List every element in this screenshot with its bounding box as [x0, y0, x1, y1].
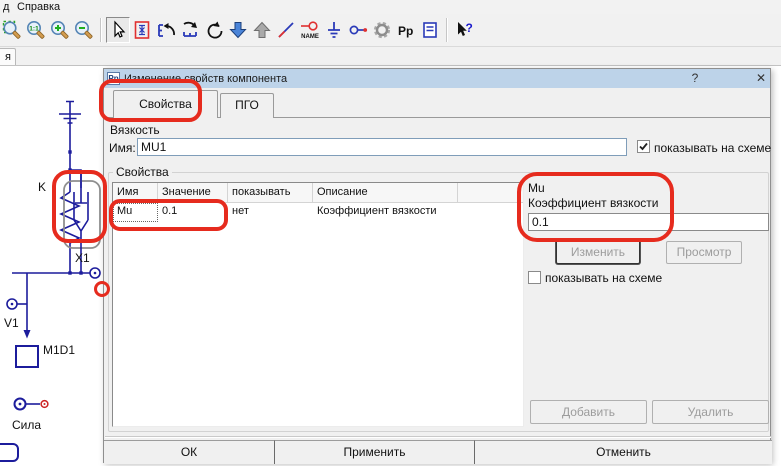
- move-up-button[interactable]: [250, 17, 274, 43]
- properties-table[interactable]: Имя Значение показывать Описание Mu 0.1 …: [112, 182, 524, 427]
- col-header-value[interactable]: Значение: [158, 183, 228, 203]
- move-down-icon: [227, 19, 249, 41]
- move-down-button[interactable]: [226, 17, 250, 43]
- partial-block[interactable]: [0, 444, 18, 461]
- col-header-name[interactable]: Имя: [113, 183, 158, 203]
- force-label: Сила: [12, 418, 41, 432]
- node-port-button[interactable]: [346, 17, 370, 43]
- arrow-into-mass: [24, 330, 31, 339]
- col-header-show[interactable]: показывать: [228, 183, 313, 203]
- context-help-button[interactable]: ?: [452, 17, 476, 43]
- show-names-icon: NAME: [298, 19, 322, 41]
- show-names-button[interactable]: NAME: [298, 17, 322, 43]
- settings-gear-icon: [371, 19, 393, 41]
- name-label: Имя:: [109, 141, 136, 155]
- param-desc-label: Коэффициент вязкости: [528, 196, 658, 210]
- source-label: V1: [4, 316, 19, 330]
- col-header-description[interactable]: Описание: [313, 183, 458, 203]
- dialog-close-button[interactable]: ✕: [750, 69, 772, 88]
- draw-line-button[interactable]: [274, 17, 298, 43]
- wire-branch[interactable]: [70, 170, 81, 188]
- table-header-row: Имя Значение показывать Описание: [113, 183, 523, 203]
- properties-doc-icon: [419, 19, 441, 41]
- cell-empty: [458, 203, 523, 222]
- component-frame-icon: [131, 19, 153, 41]
- param-show-on-scheme-label: показывать на схеме: [545, 271, 662, 285]
- dialog-icon: Pp: [107, 72, 120, 85]
- tab-properties[interactable]: Свойства: [113, 90, 218, 118]
- ground-icon: [323, 19, 345, 41]
- schematic: K X1 V1 M1D1 Сила: [0, 0, 110, 466]
- cell-param-description[interactable]: Коэффициент вязкости: [313, 203, 458, 222]
- port-node[interactable]: [90, 268, 100, 278]
- cell-param-show[interactable]: нет: [228, 203, 313, 222]
- properties-doc-button[interactable]: [418, 17, 442, 43]
- document-tab-strip: я: [0, 47, 781, 66]
- svg-text:Pp: Pp: [398, 24, 413, 38]
- port-v1[interactable]: [7, 299, 27, 309]
- param-name-label: Mu: [528, 181, 545, 195]
- context-help-icon: ?: [452, 19, 476, 41]
- rotate-button[interactable]: [202, 17, 226, 43]
- properties-pp-icon: Pp: [395, 19, 417, 41]
- component-properties-dialog: Pp Изменение свойств компонента ? ✕ Свой…: [103, 68, 771, 463]
- draw-line-icon: [275, 19, 297, 41]
- apply-button[interactable]: Применить: [274, 440, 474, 464]
- rotate-icon: [203, 19, 225, 41]
- ok-button[interactable]: ОК: [104, 440, 274, 464]
- ground-button[interactable]: [322, 17, 346, 43]
- add-button[interactable]: Добавить: [530, 400, 647, 424]
- view-button[interactable]: Просмотр: [666, 241, 742, 264]
- delete-button[interactable]: Удалить: [652, 400, 769, 424]
- flip-horizontal-button[interactable]: [154, 17, 178, 43]
- component-frame-button[interactable]: [130, 17, 154, 43]
- flip-vertical-icon: [178, 19, 202, 41]
- flip-horizontal-icon: [154, 19, 178, 41]
- param-show-on-scheme-checkbox[interactable]: [528, 271, 541, 284]
- toolbar-separator: [446, 18, 448, 42]
- cell-param-name[interactable]: Mu: [113, 203, 158, 222]
- properties-group-label: Свойства: [113, 165, 172, 179]
- svg-text:NAME: NAME: [301, 34, 319, 40]
- settings-gear-button[interactable]: [370, 17, 394, 43]
- svg-text:?: ?: [466, 21, 473, 35]
- mass-component[interactable]: [16, 346, 38, 367]
- name-input[interactable]: [137, 138, 627, 156]
- wires[interactable]: [0, 101, 100, 461]
- damper-pin-label: X1: [75, 251, 90, 265]
- properties-pp-button[interactable]: Pp: [394, 17, 418, 43]
- cell-param-value[interactable]: 0.1: [158, 203, 228, 222]
- checkmark-icon: [638, 141, 649, 152]
- flip-vertical-button[interactable]: [178, 17, 202, 43]
- node-port-icon: [347, 19, 369, 41]
- menu-bar: д Справка: [0, 0, 781, 14]
- show-on-scheme-label: показывать на схеме: [654, 141, 771, 155]
- dialog-titlebar[interactable]: Pp Изменение свойств компонента ? ✕: [104, 69, 770, 88]
- spring-label: K: [38, 180, 46, 194]
- select-cursor-icon: [107, 19, 129, 41]
- table-row[interactable]: Mu 0.1 нет Коэффициент вязкости: [113, 203, 523, 222]
- change-button[interactable]: Изменить: [556, 240, 640, 264]
- cancel-button[interactable]: Отменить: [474, 440, 772, 464]
- show-on-scheme-checkbox[interactable]: [637, 140, 650, 153]
- dialog-help-button[interactable]: ?: [684, 69, 706, 88]
- mass-label: M1D1: [43, 343, 75, 357]
- app-window: { "colors": { "annotation": "#e62b1e", "…: [0, 0, 781, 466]
- move-up-icon: [251, 19, 273, 41]
- component-type-label: Вязкость: [110, 123, 160, 137]
- tab-pgo[interactable]: ПГО: [220, 93, 274, 118]
- port-force[interactable]: [15, 399, 48, 410]
- dialog-title: Изменение свойств компонента: [124, 73, 287, 85]
- param-value-input[interactable]: [528, 213, 769, 231]
- col-header-empty: [458, 183, 523, 203]
- main-toolbar: 1:1: [0, 14, 781, 47]
- footer-divider: [105, 436, 771, 438]
